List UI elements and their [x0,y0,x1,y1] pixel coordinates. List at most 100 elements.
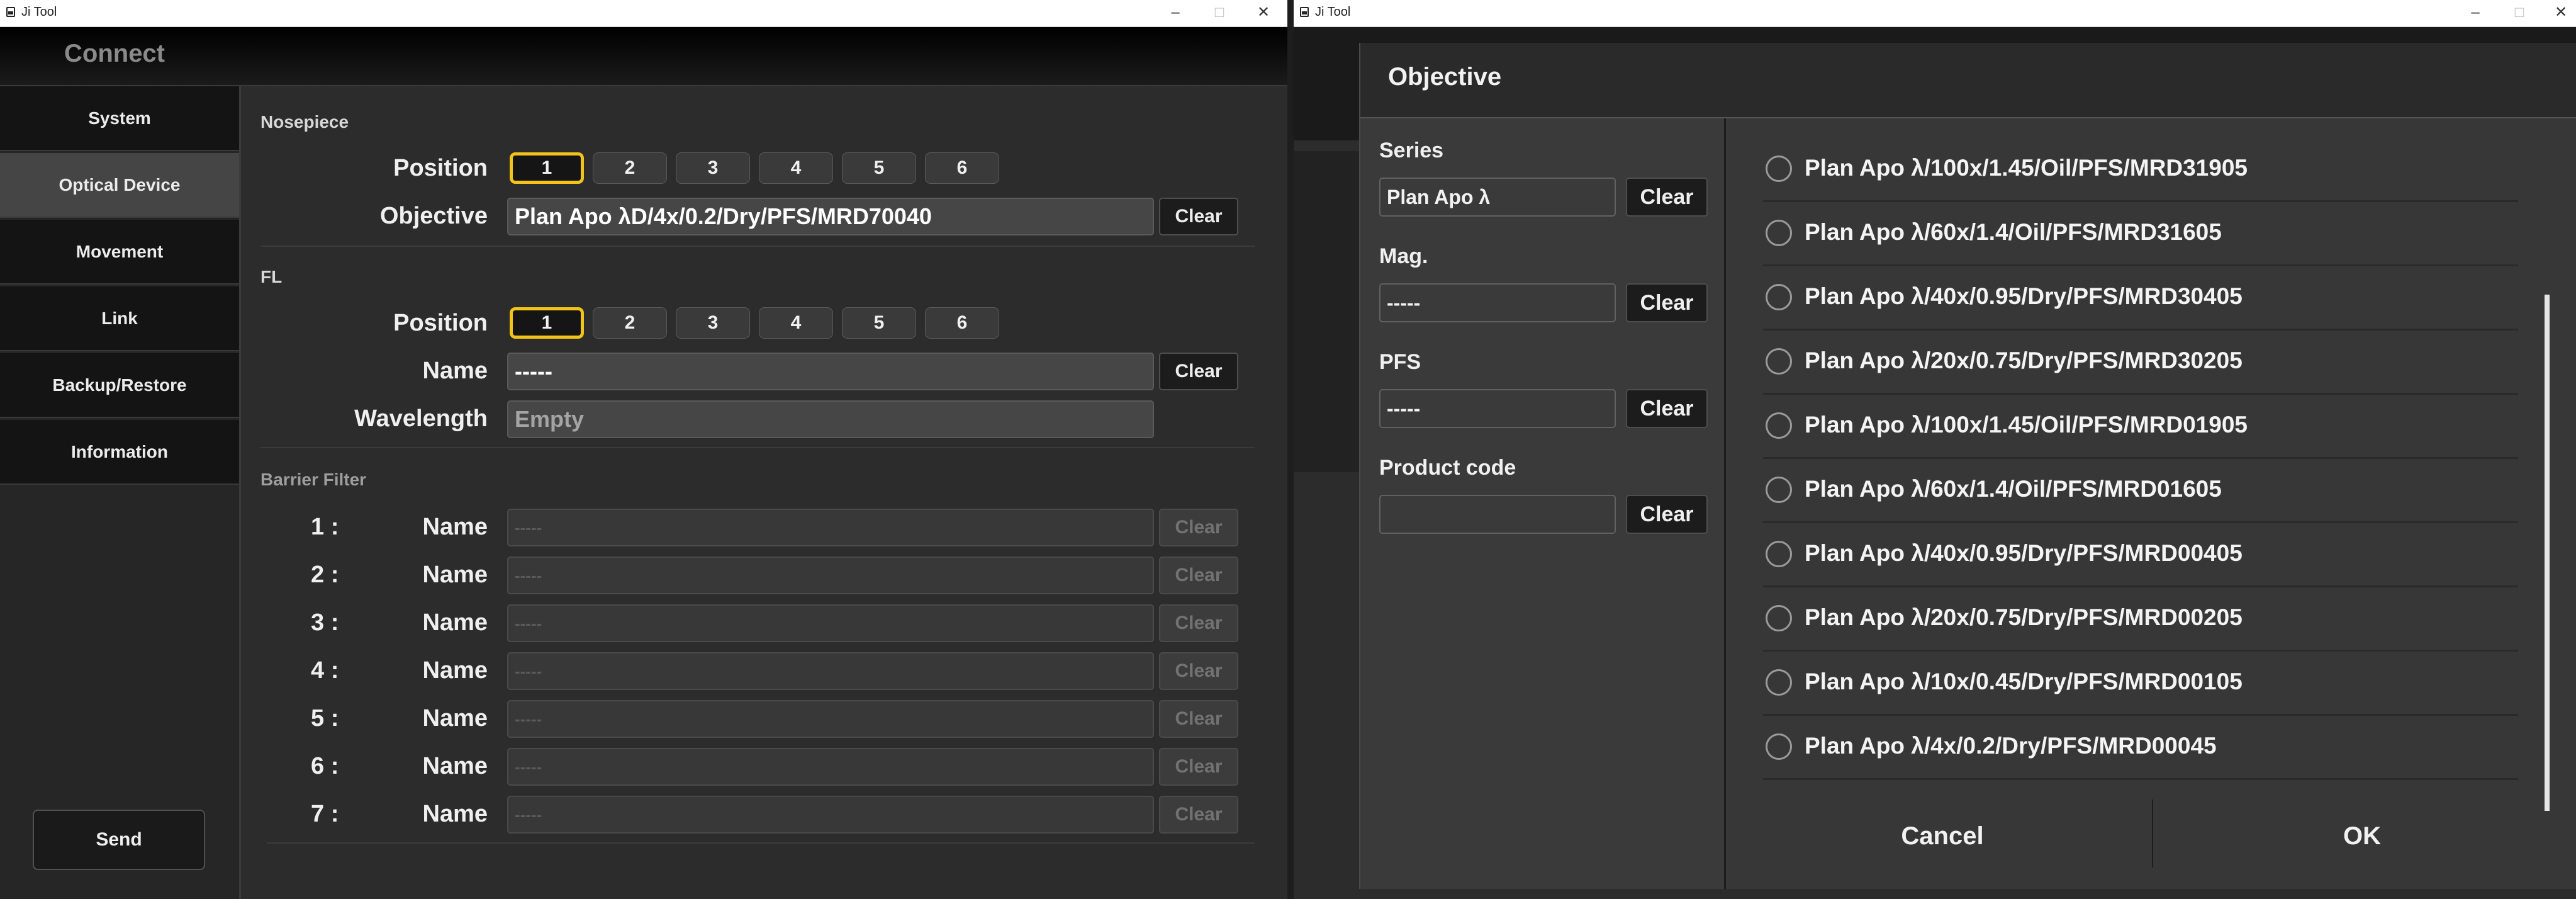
objective-item-label: Plan Apo λ/40x/0.95/Dry/PFS/MRD00405 [1805,540,2243,566]
radio-icon[interactable] [1766,605,1792,631]
objective-list-item[interactable]: Plan Apo λ/60x/1.4/Oil/PFS/MRD31605 [1763,203,2518,266]
objective-list-item[interactable]: Plan Apo λ/60x/1.4/Oil/PFS/MRD01605 [1763,460,2518,523]
mag-clear-button[interactable]: Clear [1626,283,1708,322]
background-sidebar [1294,151,1363,472]
barrier-name-field[interactable]: ----- [507,700,1154,738]
radio-icon[interactable] [1766,284,1792,310]
barrier-name-field[interactable]: ----- [507,509,1154,546]
objective-list-item[interactable]: Plan Apo λ/100x/1.45/Oil/PFS/MRD01905 [1763,395,2518,459]
barrier-name-field[interactable]: ----- [507,557,1154,594]
barrier-row-number: 3 : [311,609,339,636]
radio-icon[interactable] [1766,669,1792,696]
objective-list-item[interactable]: Plan Apo λ/20x/0.75/Dry/PFS/MRD30205 [1763,331,2518,395]
maximize-icon[interactable]: □ [2507,2,2532,23]
barrier-name-field[interactable]: ----- [507,652,1154,690]
barrier-name-field[interactable]: ----- [507,796,1154,834]
series-field[interactable]: Plan Apo λ [1379,178,1616,217]
barrier-clear-button[interactable]: Clear [1159,652,1238,690]
barrier-clear-button[interactable]: Clear [1159,509,1238,546]
radio-icon[interactable] [1766,541,1792,567]
pfs-clear-button[interactable]: Clear [1626,389,1708,428]
minimize-icon[interactable]: – [1163,2,1188,23]
send-button[interactable]: Send [33,810,205,870]
objective-list-item[interactable]: Plan Apo λ/40x/0.95/Dry/PFS/MRD30405 [1763,267,2518,331]
nosepiece-position-4[interactable]: 4 [759,152,833,184]
right-window-title: Ji Tool [1315,5,1351,19]
wavelength-field[interactable]: Empty [507,400,1154,438]
barrier-name-field[interactable]: ----- [507,604,1154,642]
fl-position-4[interactable]: 4 [759,307,833,339]
series-clear-button[interactable]: Clear [1626,178,1708,217]
objective-list-item[interactable]: Plan Apo λ/20x/0.75/Dry/PFS/MRD00205 [1763,588,2518,652]
nosepiece-position-2[interactable]: 2 [593,152,667,184]
close-icon[interactable]: ✕ [1251,2,1276,23]
objective-item-label: Plan Apo λ/100x/1.45/Oil/PFS/MRD31905 [1805,155,2248,181]
nav-backup-restore[interactable]: Backup/Restore [0,353,239,418]
product-code-field[interactable] [1379,495,1616,534]
objective-item-label: Plan Apo λ/60x/1.4/Oil/PFS/MRD01605 [1805,476,2222,502]
nav-movement[interactable]: Movement [0,220,239,285]
objective-list-item[interactable]: Plan Apo λ/10x/0.45/Dry/PFS/MRD00105 [1763,652,2518,716]
barrier-clear-button[interactable]: Clear [1159,748,1238,786]
product-code-label: Product code [1379,456,1516,480]
objective-list-item[interactable]: Plan Apo λ/100x/1.45/Oil/PFS/MRD31905 [1763,139,2518,202]
barrier-name-label: Name [422,801,488,827]
close-icon[interactable]: ✕ [2548,2,2573,23]
barrier-clear-button[interactable]: Clear [1159,557,1238,594]
wavelength-label: Wavelength [354,405,488,432]
barrier-row-number: 4 : [311,657,339,684]
radio-icon[interactable] [1766,733,1792,760]
fl-position-6[interactable]: 6 [925,307,999,339]
barrier-row-number: 2 : [311,562,339,588]
barrier-name-field[interactable]: ----- [507,748,1154,786]
objective-item-label: Plan Apo λ/100x/1.45/Oil/PFS/MRD01905 [1805,412,2248,438]
objective-list-item[interactable]: Plan Apo λ/40x/0.95/Dry/PFS/MRD00405 [1763,524,2518,587]
radio-icon[interactable] [1766,348,1792,375]
objective-field[interactable]: Plan Apo λD/4x/0.2/Dry/PFS/MRD70040 [507,198,1154,235]
maximize-icon[interactable]: □ [1207,2,1232,23]
ok-button[interactable]: OK [2154,798,2570,874]
nosepiece-position-1[interactable]: 1 [510,152,584,184]
nav-information[interactable]: Information [0,420,239,485]
divider [1724,118,1726,889]
barrier-row-number: 6 : [311,753,339,779]
radio-icon[interactable] [1766,155,1792,182]
connect-button[interactable]: Connect [64,40,165,68]
nav-optical-device[interactable]: Optical Device [0,153,239,218]
fl-position-3[interactable]: 3 [676,307,750,339]
fl-name-clear-button[interactable]: Clear [1159,353,1238,390]
objective-item-label: Plan Apo λ/10x/0.45/Dry/PFS/MRD00105 [1805,669,2243,694]
nosepiece-position-3[interactable]: 3 [676,152,750,184]
nosepiece-position-5[interactable]: 5 [842,152,916,184]
nosepiece-position-6[interactable]: 6 [925,152,999,184]
nav-system[interactable]: System [0,86,239,151]
sidebar: System Optical Device Movement Link Back… [0,86,241,899]
nav-link[interactable]: Link [0,286,239,351]
objective-list-item[interactable]: Plan Apo λ/4x/0.2/Dry/PFS/MRD00045 [1763,716,2518,780]
barrier-row-number: 5 : [311,705,339,732]
radio-icon[interactable] [1766,412,1792,439]
list-scrollbar[interactable] [2545,295,2550,811]
fl-name-field[interactable]: ----- [507,353,1154,390]
barrier-name-label: Name [422,514,488,540]
mag-field[interactable]: ----- [1379,283,1616,322]
radio-icon[interactable] [1766,477,1792,503]
fl-position-2[interactable]: 2 [593,307,667,339]
barrier-name-label: Name [422,705,488,732]
nosepiece-section-title: Nosepiece [260,112,349,132]
pfs-field[interactable]: ----- [1379,389,1616,428]
product-code-clear-button[interactable]: Clear [1626,495,1708,534]
barrier-clear-button[interactable]: Clear [1159,604,1238,642]
fl-position-label: Position [393,310,488,336]
fl-position-5[interactable]: 5 [842,307,916,339]
dialog-header: Objective [1360,43,2576,118]
minimize-icon[interactable]: – [2463,2,2488,23]
radio-icon[interactable] [1766,220,1792,246]
cancel-button[interactable]: Cancel [1738,798,2147,874]
right-title-bar: Ji Tool – □ ✕ [1294,0,2576,27]
fl-position-1[interactable]: 1 [510,307,584,339]
barrier-clear-button[interactable]: Clear [1159,700,1238,738]
barrier-clear-button[interactable]: Clear [1159,796,1238,834]
objective-clear-button[interactable]: Clear [1159,198,1238,235]
objective-dialog: Objective Series Plan Apo λ Clear Mag. -… [1359,43,2576,889]
